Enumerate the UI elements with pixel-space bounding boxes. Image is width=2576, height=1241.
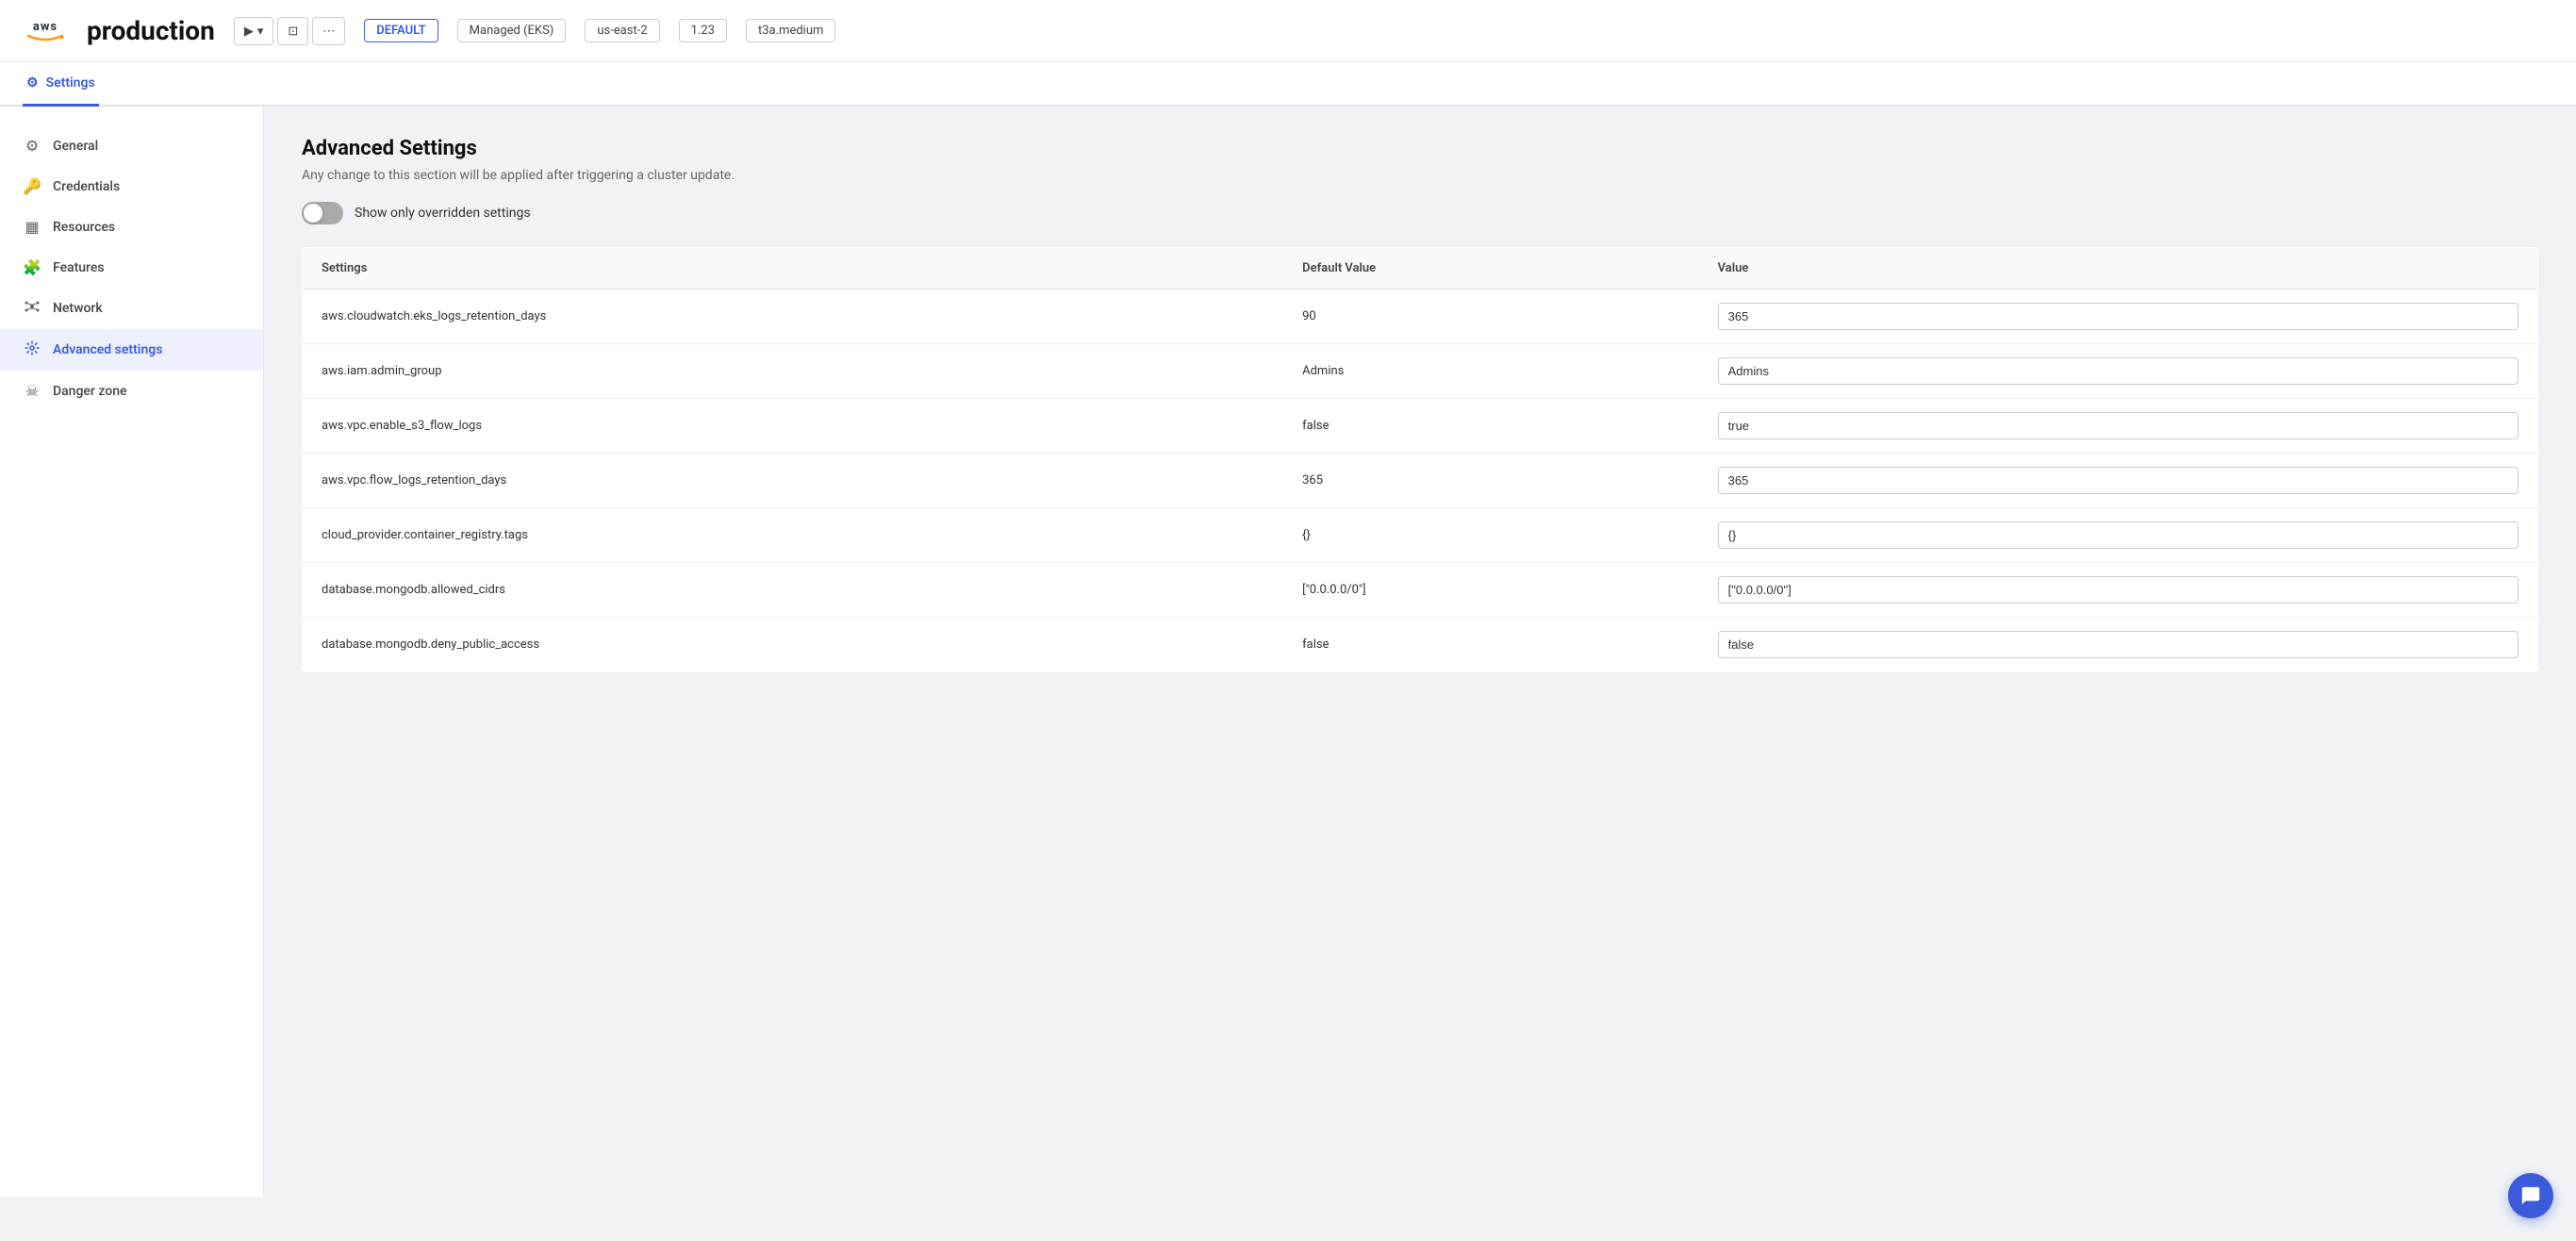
resources-icon: ▦: [23, 218, 41, 236]
setting-name: database.mongodb.deny_public_access: [303, 618, 1284, 672]
more-icon: ⋯: [322, 24, 335, 39]
version-tag: 1.23: [679, 19, 727, 42]
setting-name: aws.iam.admin_group: [303, 344, 1284, 399]
play-icon: ▶: [244, 24, 254, 39]
top-header: aws production ▶ ▾ ⊡ ⋯ DEFAULT Managed (…: [0, 0, 2576, 62]
setting-name: aws.vpc.enable_s3_flow_logs: [303, 399, 1284, 454]
column-header-default: Default Value: [1283, 248, 1699, 290]
setting-name: database.mongodb.allowed_cidrs: [303, 563, 1284, 618]
chevron-icon: ▾: [257, 24, 264, 39]
managed-eks-tag: Managed (EKS): [457, 19, 567, 42]
region-tag: us-east-2: [585, 19, 659, 42]
value-cell: [1699, 563, 2538, 618]
table-row: aws.iam.admin_groupAdmins: [303, 344, 2538, 399]
more-button[interactable]: ⋯: [312, 17, 345, 45]
overridden-settings-toggle[interactable]: [302, 202, 343, 224]
sidebar-label-network: Network: [53, 301, 103, 316]
toggle-knob: [304, 204, 322, 223]
refresh-button[interactable]: ⊡: [277, 17, 308, 45]
default-value: false: [1283, 618, 1699, 672]
sidebar-label-general: General: [53, 139, 98, 154]
danger-icon: ☠: [23, 382, 41, 400]
settings-tab-label: Settings: [46, 75, 95, 91]
default-badge: DEFAULT: [364, 19, 438, 42]
default-value: 365: [1283, 454, 1699, 508]
content-subtitle: Any change to this section will be appli…: [302, 168, 2538, 183]
main-layout: ⚙ General 🔑 Credentials ▦ Resources 🧩 Fe…: [0, 107, 2576, 1197]
value-input[interactable]: [1718, 357, 2518, 385]
value-cell: [1699, 508, 2538, 563]
sidebar-label-resources: Resources: [53, 220, 115, 235]
toggle-label: Show only overridden settings: [355, 206, 531, 221]
sidebar-item-danger-zone[interactable]: ☠ Danger zone: [0, 371, 263, 411]
advanced-settings-icon: [23, 340, 41, 359]
play-button[interactable]: ▶ ▾: [234, 17, 274, 45]
refresh-icon: ⊡: [288, 24, 298, 39]
chat-fab-button[interactable]: [2508, 1173, 2553, 1218]
table-row: database.mongodb.deny_public_accessfalse: [303, 618, 2538, 672]
sidebar-label-credentials: Credentials: [53, 179, 120, 194]
table-row: cloud_provider.container_registry.tags{}: [303, 508, 2538, 563]
toolbar: ▶ ▾ ⊡ ⋯: [234, 17, 345, 45]
value-cell: [1699, 618, 2538, 672]
nav-tabs: ⚙ Settings: [0, 62, 2576, 107]
sidebar-item-general[interactable]: ⚙ General: [0, 125, 263, 166]
sidebar-label-features: Features: [53, 260, 105, 275]
setting-name: aws.cloudwatch.eks_logs_retention_days: [303, 290, 1284, 344]
default-value: false: [1283, 399, 1699, 454]
aws-logo: aws: [23, 20, 68, 41]
toggle-row: Show only overridden settings: [302, 202, 2538, 224]
sidebar-item-network[interactable]: Network: [0, 288, 263, 329]
sidebar: ⚙ General 🔑 Credentials ▦ Resources 🧩 Fe…: [0, 107, 264, 1197]
aws-smile-icon: [26, 34, 64, 41]
default-value: 90: [1283, 290, 1699, 344]
value-cell: [1699, 344, 2538, 399]
network-icon: [23, 299, 41, 318]
value-input[interactable]: [1718, 631, 2518, 658]
page-title: production: [87, 15, 215, 46]
default-value: ["0.0.0.0/0"]: [1283, 563, 1699, 618]
table-row: aws.vpc.flow_logs_retention_days365: [303, 454, 2538, 508]
settings-table: Settings Default Value Value aws.cloudwa…: [302, 247, 2538, 672]
key-icon: 🔑: [23, 177, 41, 195]
table-row: aws.cloudwatch.eks_logs_retention_days90: [303, 290, 2538, 344]
aws-logo-text: aws: [33, 20, 58, 34]
gear-icon: ⚙: [23, 137, 41, 155]
puzzle-icon: 🧩: [23, 258, 41, 276]
tab-settings[interactable]: ⚙ Settings: [23, 62, 99, 107]
value-input[interactable]: [1718, 412, 2518, 439]
value-input[interactable]: [1718, 467, 2518, 494]
default-value: {}: [1283, 508, 1699, 563]
table-row: aws.vpc.enable_s3_flow_logsfalse: [303, 399, 2538, 454]
table-header-row: Settings Default Value Value: [303, 248, 2538, 290]
value-input[interactable]: [1718, 576, 2518, 604]
sidebar-item-advanced-settings[interactable]: Advanced settings: [0, 329, 263, 371]
column-header-value: Value: [1699, 248, 2538, 290]
value-cell: [1699, 290, 2538, 344]
value-cell: [1699, 454, 2538, 508]
sidebar-label-danger-zone: Danger zone: [53, 384, 127, 399]
setting-name: cloud_provider.container_registry.tags: [303, 508, 1284, 563]
value-input[interactable]: [1718, 521, 2518, 549]
default-value: Admins: [1283, 344, 1699, 399]
settings-tab-icon: ⚙: [26, 75, 39, 91]
chat-icon: [2520, 1185, 2541, 1206]
sidebar-item-credentials[interactable]: 🔑 Credentials: [0, 166, 263, 207]
content-area: Advanced Settings Any change to this sec…: [264, 107, 2576, 1197]
setting-name: aws.vpc.flow_logs_retention_days: [303, 454, 1284, 508]
sidebar-label-advanced-settings: Advanced settings: [53, 342, 162, 357]
sidebar-item-features[interactable]: 🧩 Features: [0, 247, 263, 288]
table-row: database.mongodb.allowed_cidrs["0.0.0.0/…: [303, 563, 2538, 618]
column-header-settings: Settings: [303, 248, 1284, 290]
sidebar-item-resources[interactable]: ▦ Resources: [0, 207, 263, 247]
content-title: Advanced Settings: [302, 137, 2538, 160]
value-cell: [1699, 399, 2538, 454]
instance-type-tag: t3a.medium: [746, 19, 835, 42]
value-input[interactable]: [1718, 303, 2518, 330]
